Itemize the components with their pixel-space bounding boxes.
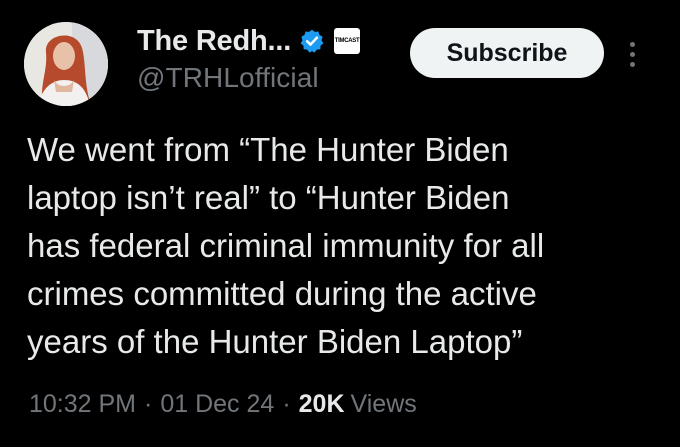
verified-badge-icon[interactable] xyxy=(299,28,325,54)
tweet-date[interactable]: 01 Dec 24 xyxy=(160,390,274,419)
tweet-card: The Redh... TIMCAST @TRHLofficial Subscr… xyxy=(0,0,680,447)
views-label: Views xyxy=(350,390,417,418)
avatar[interactable] xyxy=(24,22,108,106)
meta-separator: · xyxy=(282,390,291,418)
author-identity: The Redh... TIMCAST @TRHLofficial xyxy=(137,22,361,94)
author-display-name[interactable]: The Redh... xyxy=(137,25,291,58)
subscribe-button[interactable]: Subscribe xyxy=(410,28,604,78)
meta-separator: · xyxy=(144,390,153,418)
views-count: 20K xyxy=(298,390,345,418)
author-handle[interactable]: @TRHLofficial xyxy=(137,62,360,94)
affiliate-badge-icon[interactable]: TIMCAST xyxy=(334,28,361,54)
tweet-meta: 10:32 PM · 01 Dec 24 · 20K Views xyxy=(29,390,417,419)
author-name-row: The Redh... TIMCAST xyxy=(137,22,361,60)
more-dot xyxy=(629,41,635,47)
more-dot xyxy=(629,51,635,57)
more-dot xyxy=(629,61,635,67)
avatar-image xyxy=(24,22,108,106)
more-vertical-icon[interactable] xyxy=(620,34,644,74)
tweet-time[interactable]: 10:32 PM xyxy=(29,390,136,419)
tweet-text: We went from “The Hunter Biden laptop is… xyxy=(27,131,545,360)
